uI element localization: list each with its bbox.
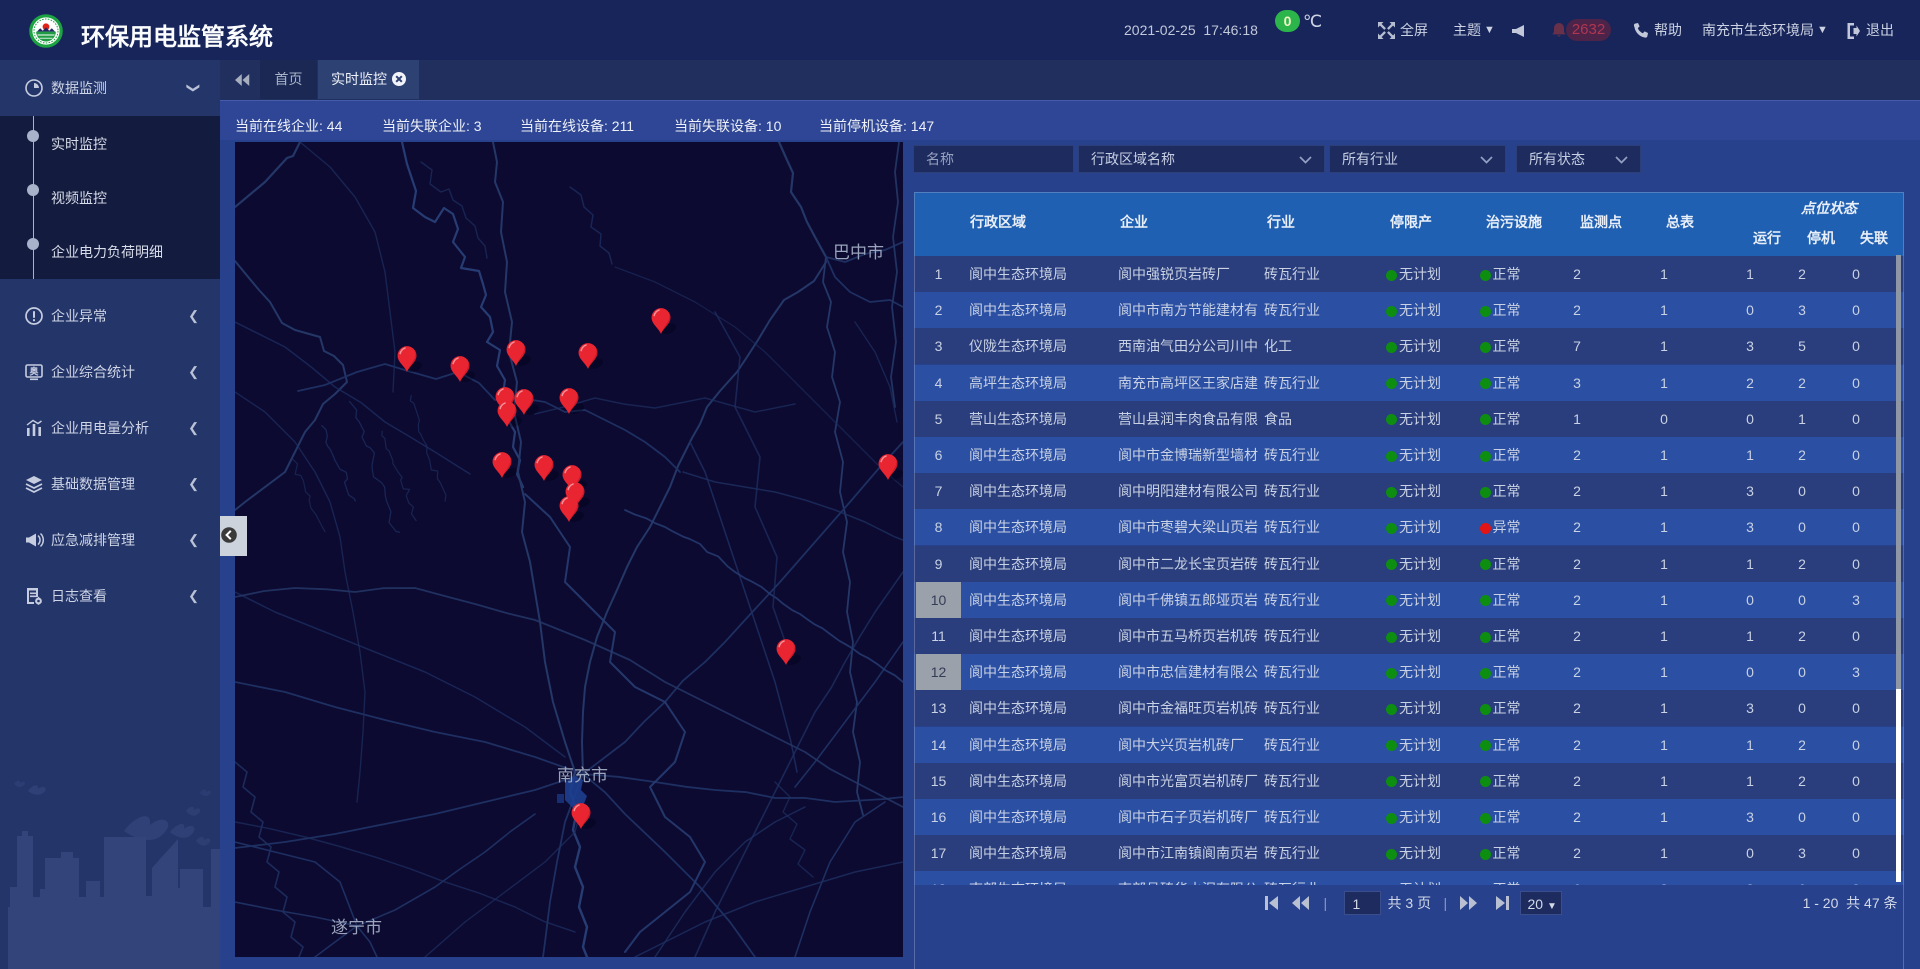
svg-text:奥: 奥 [28, 366, 39, 377]
svg-text:遂宁市: 遂宁市 [331, 918, 382, 937]
svg-text:巴中市: 巴中市 [833, 243, 884, 262]
svg-text:南充市: 南充市 [557, 766, 608, 785]
